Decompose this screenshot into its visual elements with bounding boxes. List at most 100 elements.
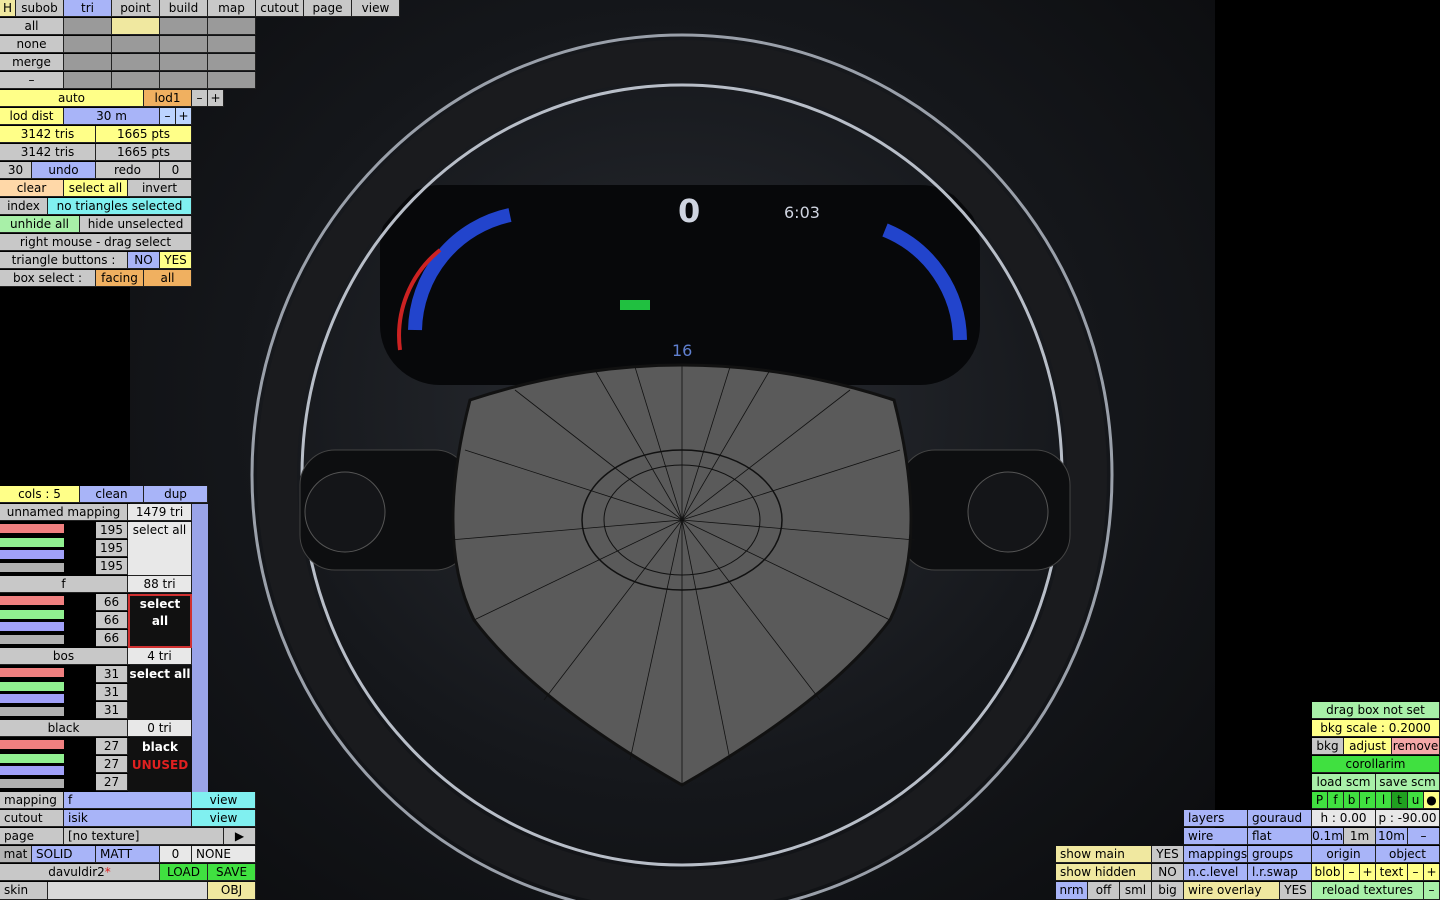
cutout-view-button[interactable]: view <box>192 810 256 827</box>
box-select-all[interactable]: all <box>144 270 192 287</box>
file-name[interactable]: davuldir2* <box>0 864 160 881</box>
lod-plus-button[interactable]: + <box>208 90 224 107</box>
blob-minus-button[interactable]: – <box>1344 864 1360 881</box>
normals-small-button[interactable]: sml <box>1120 882 1152 900</box>
green-slider[interactable] <box>0 754 64 763</box>
view-front-button[interactable]: f <box>1328 792 1344 809</box>
green-slider[interactable] <box>0 610 64 619</box>
select-all-button[interactable]: all <box>0 18 64 35</box>
wire-button[interactable]: wire <box>1184 828 1248 845</box>
red-slider[interactable] <box>0 740 64 749</box>
lod-auto-button[interactable]: auto <box>0 90 144 107</box>
material-name[interactable]: unnamed mapping <box>0 504 128 521</box>
tab-tri[interactable]: tri <box>64 0 112 17</box>
skin-value[interactable] <box>48 882 208 900</box>
unhide-all-button[interactable]: unhide all <box>0 216 80 233</box>
tab-point[interactable]: point <box>112 0 160 17</box>
grid-10m-button[interactable]: 10m <box>1376 828 1408 845</box>
alpha-slider[interactable] <box>0 779 64 788</box>
flat-button[interactable]: flat <box>1248 828 1312 845</box>
grid-1m-button[interactable]: 1m <box>1344 828 1376 845</box>
save-button[interactable]: SAVE <box>208 864 256 881</box>
dup-button[interactable]: dup <box>144 486 208 503</box>
page-next-icon[interactable]: ▶ <box>224 828 256 845</box>
triangle-buttons-no[interactable]: NO <box>128 252 160 269</box>
view-dot-icon[interactable]: ● <box>1424 792 1440 809</box>
mat-matt-button[interactable]: MATT <box>96 846 160 863</box>
mapping-view-button[interactable]: view <box>192 792 256 809</box>
material-name[interactable]: bos <box>0 648 128 665</box>
text-plus-button[interactable]: + <box>1424 864 1440 881</box>
alpha-slider[interactable] <box>0 563 64 572</box>
3d-viewport[interactable]: 0 6:03 16 <box>130 0 1215 900</box>
tab-page[interactable]: page <box>304 0 352 17</box>
page-value[interactable]: [no texture] <box>64 828 224 845</box>
text-button[interactable]: text <box>1376 864 1408 881</box>
redo-button[interactable]: redo <box>96 162 160 179</box>
alpha-slider[interactable] <box>0 707 64 716</box>
merge-button[interactable]: merge <box>0 54 64 71</box>
material-select-all[interactable]: select all <box>128 666 192 720</box>
grid-cell[interactable] <box>160 54 208 71</box>
index-button[interactable]: index <box>0 198 48 215</box>
obj-button[interactable]: OBJ <box>208 882 256 900</box>
bkg-scale[interactable]: bkg scale : 0.2000 <box>1312 720 1440 737</box>
wire-overlay-toggle[interactable]: YES <box>1280 882 1312 900</box>
layers-button[interactable]: layers <box>1184 810 1248 827</box>
lod-level-button[interactable]: lod1 <box>144 90 192 107</box>
mat-none-button[interactable]: NONE <box>192 846 256 863</box>
select-none-button[interactable]: none <box>0 36 64 53</box>
red-slider[interactable] <box>0 596 64 605</box>
tab-view[interactable]: view <box>352 0 400 17</box>
mat-solid-button[interactable]: SOLID <box>32 846 96 863</box>
clear-selection-button[interactable]: clear <box>0 180 64 197</box>
mat-value[interactable]: 0 <box>160 846 192 863</box>
blue-slider[interactable] <box>0 766 64 775</box>
grid-cell[interactable] <box>64 54 112 71</box>
green-slider[interactable] <box>0 682 64 691</box>
view-top-button[interactable]: t <box>1392 792 1408 809</box>
view-under-button[interactable]: u <box>1408 792 1424 809</box>
clean-button[interactable]: clean <box>80 486 144 503</box>
show-hidden-toggle[interactable]: NO <box>1152 864 1184 881</box>
grid-cell[interactable] <box>112 72 160 89</box>
material-swatch[interactable]: black UNUSED <box>128 738 192 792</box>
text-minus-button[interactable]: – <box>1408 864 1424 881</box>
mapping-value[interactable]: f <box>64 792 192 809</box>
tab-build[interactable]: build <box>160 0 208 17</box>
material-select-all[interactable]: select all <box>128 522 192 576</box>
blue-slider[interactable] <box>0 694 64 703</box>
red-slider[interactable] <box>0 524 64 533</box>
load-scm-button[interactable]: load scm <box>1312 774 1376 791</box>
view-perspective-button[interactable]: P <box>1312 792 1328 809</box>
grid-cell[interactable] <box>64 36 112 53</box>
reload-textures-button[interactable]: reload textures <box>1312 882 1424 900</box>
grid-cell[interactable] <box>160 18 208 35</box>
grid-cell[interactable] <box>208 18 256 35</box>
grid-cell[interactable] <box>160 36 208 53</box>
blob-plus-button[interactable]: + <box>1360 864 1376 881</box>
origin-button[interactable]: origin <box>1312 846 1376 863</box>
normals-button[interactable]: nrm <box>1056 882 1088 900</box>
show-main-toggle[interactable]: YES <box>1152 846 1184 863</box>
triangle-buttons-yes[interactable]: YES <box>160 252 192 269</box>
cutout-value[interactable]: isik <box>64 810 192 827</box>
blue-slider[interactable] <box>0 622 64 631</box>
grid-cell[interactable] <box>160 72 208 89</box>
view-right-button[interactable]: r <box>1360 792 1376 809</box>
save-scm-button[interactable]: save scm <box>1376 774 1440 791</box>
grid-0-1m-button[interactable]: 0.1m <box>1312 828 1344 845</box>
tab-h[interactable]: H <box>0 0 16 17</box>
background-texture-name[interactable]: corollarim <box>1312 756 1440 773</box>
material-name[interactable]: black <box>0 720 128 737</box>
tab-cutout[interactable]: cutout <box>256 0 304 17</box>
grid-cell[interactable] <box>208 72 256 89</box>
view-left-button[interactable]: l <box>1376 792 1392 809</box>
grid-cell[interactable] <box>112 18 160 35</box>
normals-big-button[interactable]: big <box>1152 882 1184 900</box>
grid-minus-button[interactable]: – <box>1408 828 1440 845</box>
bkg-remove-button[interactable]: remove <box>1392 738 1440 755</box>
blue-slider[interactable] <box>0 550 64 559</box>
blob-button[interactable]: blob <box>1312 864 1344 881</box>
view-back-button[interactable]: b <box>1344 792 1360 809</box>
